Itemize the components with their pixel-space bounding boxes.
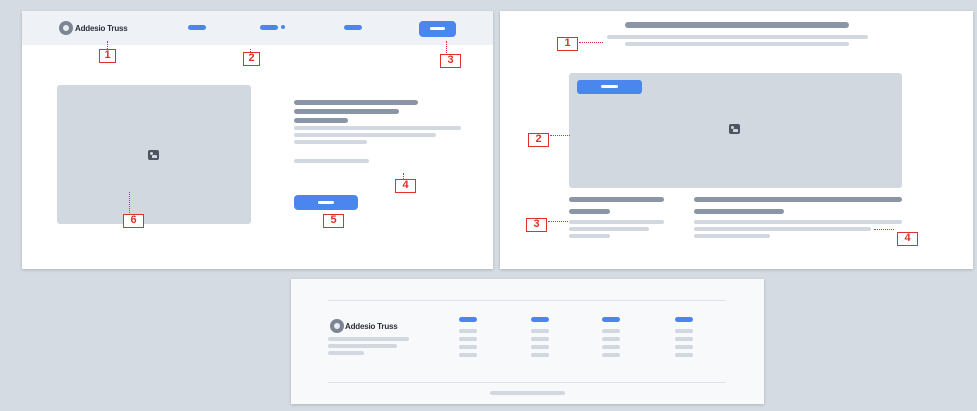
button-label — [430, 27, 445, 30]
footer-column-4-link-3[interactable] — [675, 345, 693, 349]
feature-tag-button[interactable] — [577, 80, 642, 94]
footer-logo-text[interactable]: Addesio Truss — [345, 322, 398, 331]
hero-paragraph-line-3 — [294, 140, 367, 144]
footer-column-3-link-1[interactable] — [602, 329, 620, 333]
annotation-badge-1: 1 — [557, 37, 578, 51]
section-title — [625, 22, 849, 28]
annotation-badge-3: 3 — [440, 54, 461, 68]
footer-text-line-3 — [328, 351, 364, 355]
footer-column-2-link-3[interactable] — [531, 345, 549, 349]
footer-copyright-line — [490, 391, 565, 395]
footer-top-divider — [328, 300, 726, 301]
section-subtitle-line-2 — [625, 42, 849, 46]
footer-column-2-link-4[interactable] — [531, 353, 549, 357]
article-heading-line-1 — [694, 197, 902, 202]
content-wireframe-panel: 1 2 3 4 — [500, 11, 973, 269]
annotation-badge-4: 4 — [897, 232, 918, 246]
image-placeholder-icon — [729, 124, 740, 134]
hero-image-placeholder — [57, 85, 251, 224]
footer-column-3-link-2[interactable] — [602, 337, 620, 341]
annotation-badge-6: 6 — [123, 214, 144, 228]
annotation-badge-5: 5 — [323, 214, 344, 228]
nav-link-2[interactable] — [260, 25, 278, 30]
card-text-line-3 — [569, 234, 610, 238]
logo-icon — [330, 319, 344, 333]
footer-column-1-link-2[interactable] — [459, 337, 477, 341]
hero-paragraph-line-1 — [294, 126, 461, 130]
annotation-badge-3: 3 — [526, 218, 547, 232]
hero-heading-line-3 — [294, 118, 348, 123]
footer-column-3-link-3[interactable] — [602, 345, 620, 349]
footer-bottom-divider — [328, 382, 726, 383]
footer-column-4-link-1[interactable] — [675, 329, 693, 333]
nav-link-1[interactable] — [188, 25, 206, 30]
chevron-down-icon — [281, 25, 285, 29]
annotation-badge-1: 1 — [99, 49, 116, 63]
article-text-line-2 — [694, 227, 871, 231]
footer-text-line-2 — [328, 344, 397, 348]
footer-column-3-heading[interactable] — [602, 317, 620, 322]
card-text-line-1 — [569, 220, 664, 224]
hero-wireframe-panel: Addesio Truss 1 2 3 6 4 5 — [22, 11, 493, 269]
image-placeholder-icon — [148, 150, 159, 160]
card-text-line-2 — [569, 227, 649, 231]
feature-image-placeholder — [569, 73, 902, 188]
article-text-line-3 — [694, 234, 770, 238]
button-label — [601, 85, 618, 88]
card-heading-line-1 — [569, 197, 664, 202]
footer-column-1-link-3[interactable] — [459, 345, 477, 349]
annotation-badge-2: 2 — [243, 52, 260, 66]
nav-link-3[interactable] — [344, 25, 362, 30]
footer-column-4-link-2[interactable] — [675, 337, 693, 341]
logo-icon — [59, 21, 73, 35]
annotation-badge-4: 4 — [395, 179, 416, 193]
footer-column-4-link-4[interactable] — [675, 353, 693, 357]
hero-cta-button[interactable] — [294, 195, 358, 210]
footer-column-3-link-4[interactable] — [602, 353, 620, 357]
footer-column-4-heading[interactable] — [675, 317, 693, 322]
hero-heading-line-1 — [294, 100, 418, 105]
footer-wireframe-panel: Addesio Truss — [291, 279, 764, 404]
annotation-badge-2: 2 — [528, 133, 549, 147]
header-cta-button[interactable] — [419, 21, 456, 37]
logo-text[interactable]: Addesio Truss — [75, 24, 128, 33]
footer-text-line-1 — [328, 337, 409, 341]
card-heading-line-2 — [569, 209, 610, 214]
button-label — [318, 201, 334, 204]
article-text-line-1 — [694, 220, 902, 224]
footer-column-2-link-1[interactable] — [531, 329, 549, 333]
hero-paragraph-line-2 — [294, 133, 436, 137]
section-subtitle-line-1 — [607, 35, 868, 39]
article-heading-line-2 — [694, 209, 784, 214]
hero-meta-line — [294, 159, 369, 163]
footer-column-1-link-1[interactable] — [459, 329, 477, 333]
footer-column-1-heading[interactable] — [459, 317, 477, 322]
footer-column-2-heading[interactable] — [531, 317, 549, 322]
hero-heading-line-2 — [294, 109, 399, 114]
footer-column-1-link-4[interactable] — [459, 353, 477, 357]
footer-column-2-link-2[interactable] — [531, 337, 549, 341]
